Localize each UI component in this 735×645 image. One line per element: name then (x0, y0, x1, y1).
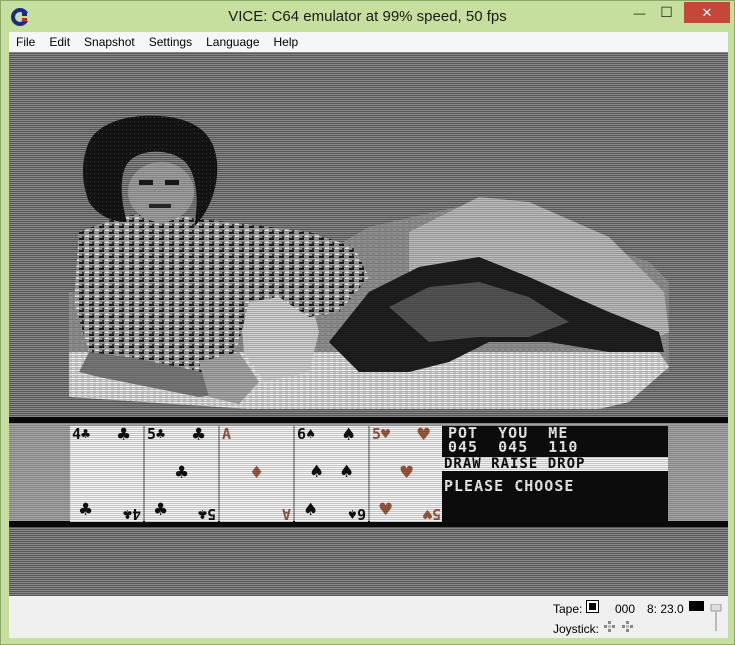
club-icon: ♣ (197, 505, 207, 523)
club-icon: ♣ (78, 500, 94, 520)
club-icon: ♣ (191, 425, 207, 445)
spade-icon: ♠ (347, 505, 357, 523)
card-rank: 5 (147, 425, 157, 443)
status-bar: Tape: 000 8: 23.0 Joystick: (9, 596, 728, 638)
maximize-button[interactable]: ☐ (653, 2, 680, 23)
card-4[interactable]: 6♠ ♠ ♠ ♠ ♠ 6♠ (295, 425, 368, 523)
card-rank: 5 (431, 505, 441, 523)
joystick-label: Joystick: (553, 622, 600, 636)
card-1[interactable]: 4♣ ♣ ♣ 4♣ (70, 425, 143, 523)
club-icon: ♣ (81, 425, 91, 443)
emulator-window: VICE: C64 emulator at 99% speed, 50 fps … (0, 0, 735, 645)
card-rank: 5 (206, 505, 216, 523)
card-rank: A (222, 425, 232, 443)
menu-edit[interactable]: Edit (42, 32, 77, 52)
card-rank: 4 (131, 505, 141, 523)
card-rank: A (281, 505, 291, 523)
joystick-indicator-icon (604, 621, 633, 632)
action-menu[interactable]: DRAW RAISE DROP (442, 457, 668, 471)
emulator-screen[interactable]: 4♣ ♣ ♣ 4♣ 5♣ ♣ ♣ ♣ 5♣ A ♦ A 6♠ ♠ ♠ ♠ ♠ 6… (9, 52, 728, 596)
drive-status: 8: 23.0 (647, 602, 684, 616)
menu-help[interactable]: Help (267, 32, 306, 52)
spade-icon: ♠ (306, 425, 316, 443)
heart-icon: ♥ (416, 425, 432, 445)
minimize-button[interactable]: — (626, 2, 653, 23)
menu-bar: File Edit Snapshot Settings Language Hel… (9, 32, 728, 52)
card-5[interactable]: 5♥ ♥ ♥ ♥ 5♥ (370, 425, 443, 523)
card-rank: 4 (72, 425, 82, 443)
card-rank: 6 (356, 505, 366, 523)
spade-icon: ♠ (339, 462, 355, 482)
close-icon: ✕ (701, 4, 713, 20)
tape-label: Tape: (553, 602, 583, 616)
title-bar[interactable]: VICE: C64 emulator at 99% speed, 50 fps … (1, 1, 734, 32)
menu-snapshot[interactable]: Snapshot (77, 32, 142, 52)
club-icon: ♣ (153, 500, 169, 520)
tape-stop-icon[interactable] (586, 600, 599, 613)
card-2[interactable]: 5♣ ♣ ♣ ♣ 5♣ (145, 425, 218, 523)
menu-file[interactable]: File (9, 32, 42, 52)
club-icon: ♣ (156, 425, 166, 443)
action-options[interactable]: DRAW RAISE DROP (444, 457, 585, 471)
window-title: VICE: C64 emulator at 99% speed, 50 fps (228, 8, 507, 25)
diamond-icon: ♦ (249, 463, 265, 483)
spade-icon: ♠ (341, 425, 357, 445)
card-rank: 5 (372, 425, 382, 443)
spade-icon: ♠ (303, 500, 319, 520)
close-button[interactable]: ✕ (684, 2, 730, 23)
menu-settings[interactable]: Settings (142, 32, 199, 52)
tape-counter: 000 (615, 602, 636, 616)
game-status: PLEASE CHOOSE (444, 477, 575, 495)
minimize-icon: — (633, 5, 646, 20)
spade-icon: ♠ (309, 462, 325, 482)
card-3[interactable]: A ♦ A (220, 425, 293, 523)
drive-led-icon (689, 601, 704, 611)
club-icon: ♣ (116, 425, 132, 445)
heart-icon: ♥ (399, 463, 415, 483)
pot-values: 045 045 110 (448, 438, 579, 456)
club-icon: ♣ (174, 463, 190, 483)
maximize-icon: ☐ (660, 4, 673, 20)
heart-icon: ♥ (381, 425, 391, 443)
club-icon: ♣ (122, 505, 132, 523)
game-info-panel: POT YOU ME 045 045 110 DRAW RAISE DROP P… (442, 426, 668, 522)
card-rank: 6 (297, 425, 307, 443)
heart-icon: ♥ (378, 500, 394, 520)
resize-grip-icon[interactable] (709, 604, 723, 634)
heart-icon: ♥ (422, 505, 432, 523)
menu-language[interactable]: Language (199, 32, 266, 52)
